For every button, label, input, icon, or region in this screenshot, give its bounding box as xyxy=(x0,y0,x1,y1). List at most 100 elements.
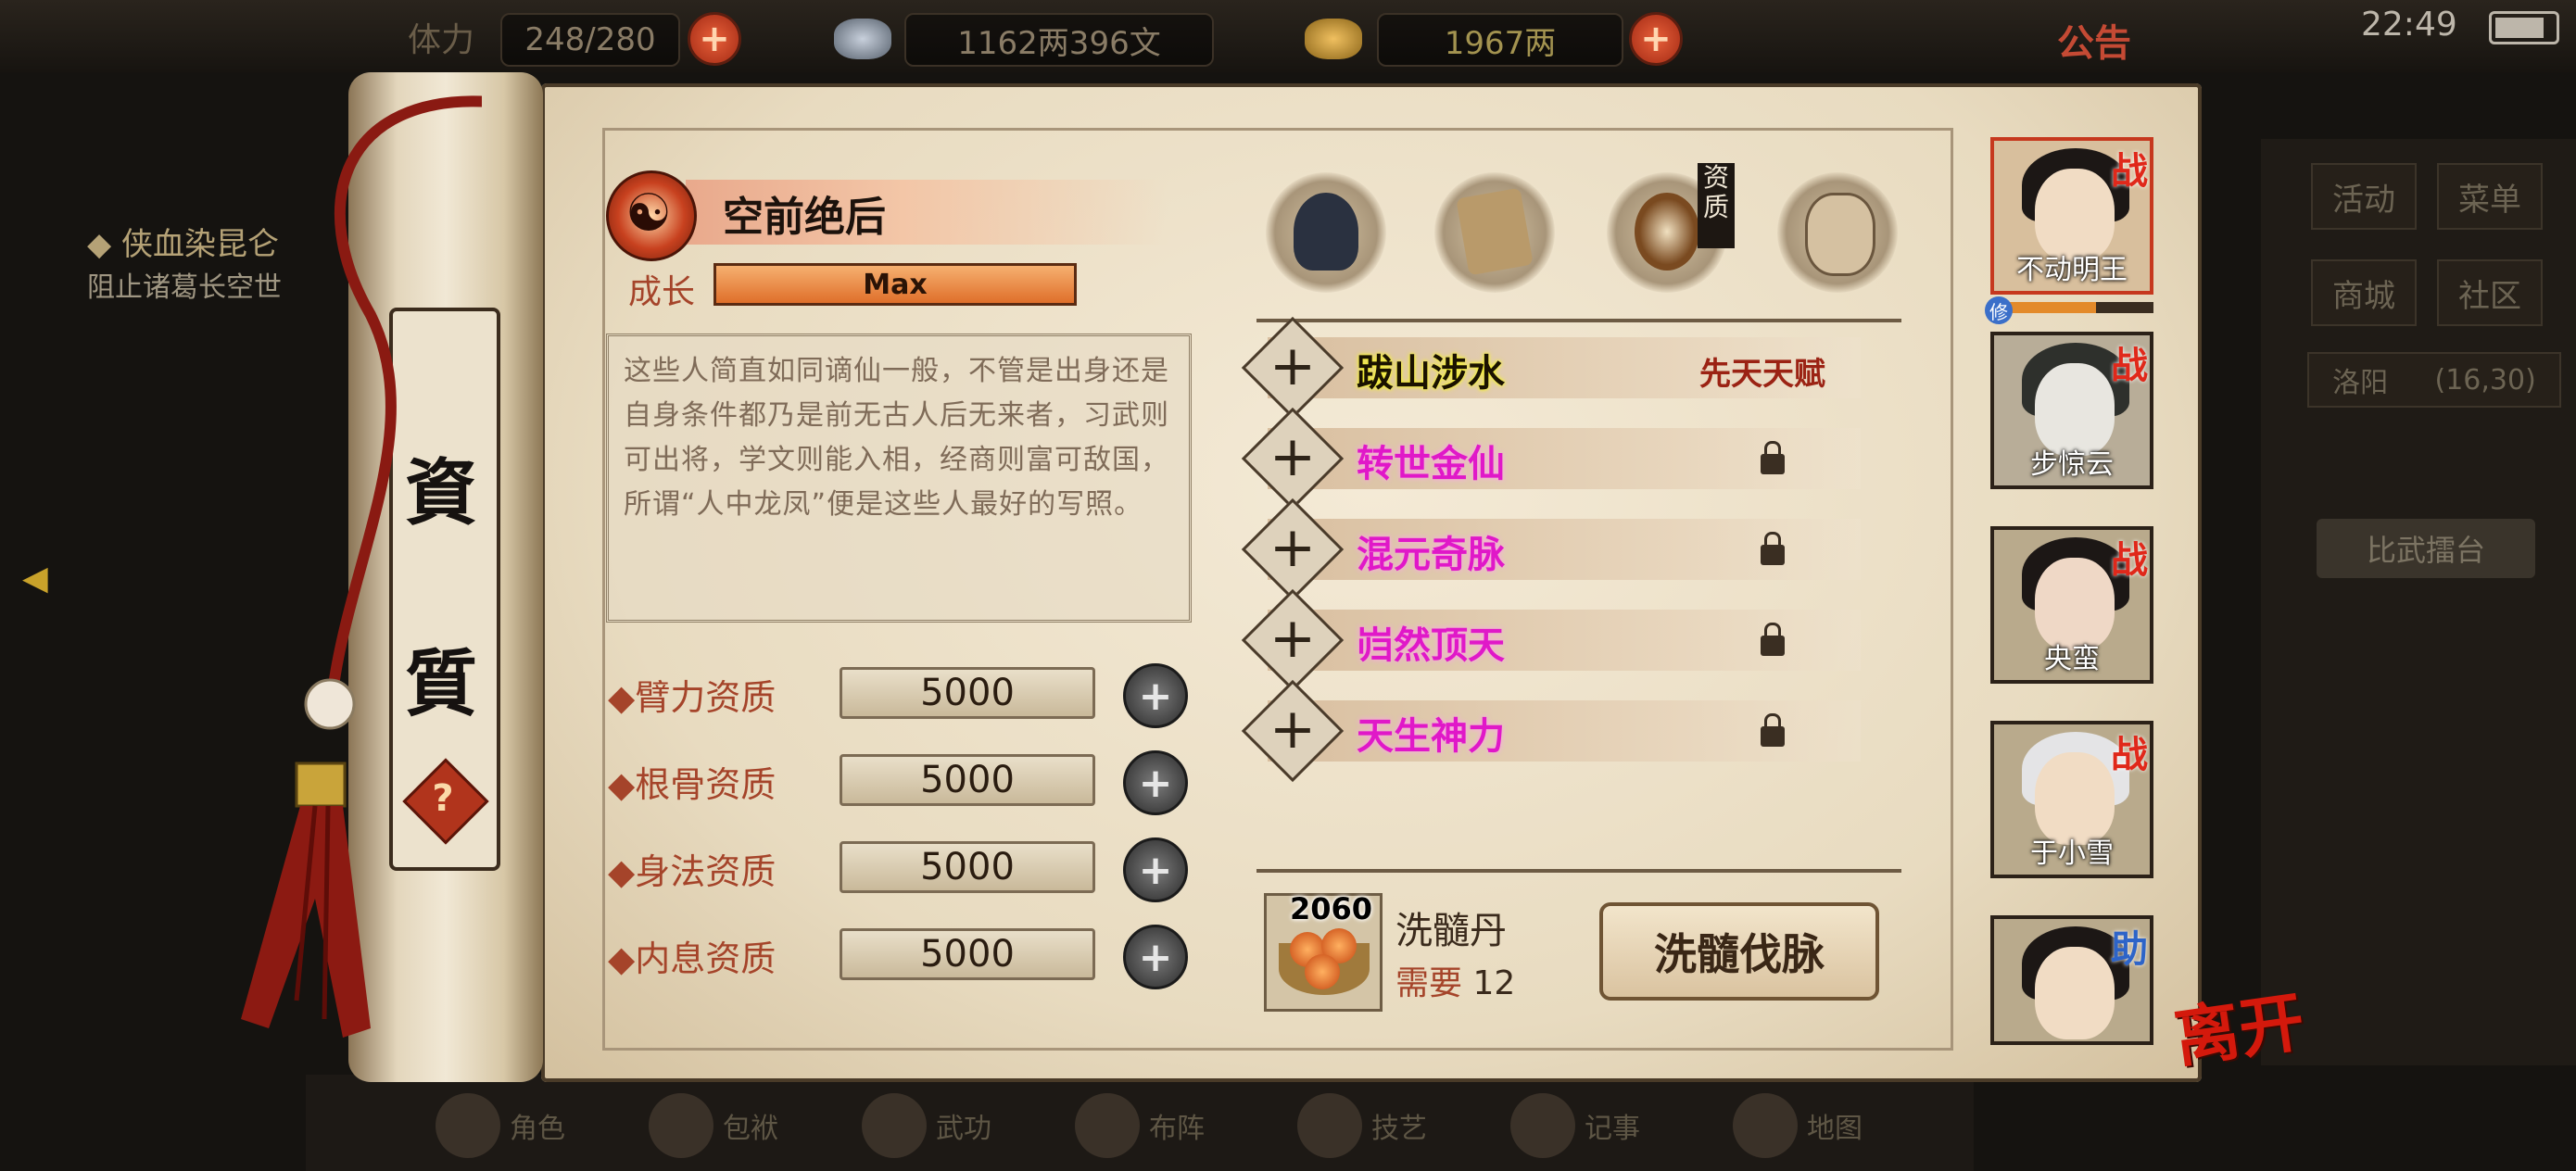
character-name: 步惊云 xyxy=(2030,448,2114,481)
gold-ingot-icon xyxy=(1305,19,1362,59)
battle-badge: 战 xyxy=(2111,734,2148,776)
attr-strength-value: 5000 xyxy=(840,667,1095,719)
map-icon xyxy=(1733,1093,1798,1158)
plus-icon[interactable]: + xyxy=(1256,693,1329,765)
plus-icon[interactable]: + xyxy=(1256,330,1329,402)
assist-badge: 助 xyxy=(2111,928,2148,971)
cultivation-progress-fill xyxy=(2009,302,2096,313)
category-divider xyxy=(1256,319,1901,322)
growth-label: 成长 xyxy=(628,273,696,311)
pill-icon xyxy=(1305,954,1340,989)
trait-title: 空前绝后 xyxy=(723,194,886,241)
talent-name: 转世金仙 xyxy=(1357,443,1505,485)
silver-ingot-icon xyxy=(834,19,891,59)
yin-yang-icon: ☯ xyxy=(625,183,673,244)
pill-name: 洗髓丹 xyxy=(1395,910,1507,952)
menu-button[interactable]: 菜单 xyxy=(2437,163,2543,230)
talent-name: 混元奇脉 xyxy=(1357,534,1505,576)
add-gold-button[interactable]: + xyxy=(1629,12,1683,66)
trait-description: 这些人简直如同谪仙一般，不管是出身还是自身条件都乃是前无古人后无来者，习武则可出… xyxy=(606,334,1192,623)
category-scroll-book[interactable] xyxy=(1434,172,1555,293)
community-button[interactable]: 社区 xyxy=(2437,259,2543,326)
plus-icon[interactable]: + xyxy=(1256,602,1329,674)
talent-name: 岿然顶天 xyxy=(1357,624,1505,667)
talent-list-divider xyxy=(1256,869,1901,873)
bagua-nav-icon xyxy=(1075,1093,1140,1158)
character-portrait[interactable]: 战 于小雪 xyxy=(1990,721,2153,878)
lock-icon xyxy=(1761,441,1785,474)
cultivation-badge: 修 xyxy=(1985,296,2013,324)
tassel-cord-icon xyxy=(241,95,482,1038)
nav-skills[interactable]: 技艺 xyxy=(1288,1084,1433,1167)
journal-icon xyxy=(1510,1093,1575,1158)
category-muscle-body[interactable] xyxy=(1777,172,1898,293)
pot-icon xyxy=(1297,1093,1362,1158)
character-portrait[interactable]: 战 央蛮 xyxy=(1990,526,2153,684)
scroll-book-icon xyxy=(1456,187,1534,276)
talent-name: 天生神力 xyxy=(1357,715,1505,758)
face-icon xyxy=(2035,947,2115,1039)
character-portrait[interactable]: 战 不动明王 xyxy=(1990,137,2153,295)
refine-button[interactable]: 洗髓伐脉 xyxy=(1599,902,1879,1001)
character-name: 央蛮 xyxy=(2044,643,2100,675)
bagua-icon xyxy=(1635,193,1699,271)
add-agility-button[interactable]: + xyxy=(1123,837,1188,902)
lock-icon xyxy=(1761,623,1785,656)
add-internal-button[interactable]: + xyxy=(1123,925,1188,989)
attr-constitution-label: ◆根骨资质 xyxy=(608,764,777,805)
nav-inventory[interactable]: 包袱 xyxy=(639,1084,784,1167)
pill-count: 2060 xyxy=(1290,891,1373,926)
activity-button[interactable]: 活动 xyxy=(2311,163,2417,230)
character-name: 于小雪 xyxy=(2030,837,2114,870)
nav-formation[interactable]: 布阵 xyxy=(1066,1084,1210,1167)
character-name: 不动明王 xyxy=(2016,254,2128,286)
cultivation-progress-bar xyxy=(2009,302,2153,313)
talent-innate-tag: 先天天赋 xyxy=(1699,356,1825,393)
character-icon xyxy=(436,1093,500,1158)
pill-requirement: 需要 12 xyxy=(1395,956,1515,1004)
left-arrow-icon[interactable]: ◀ xyxy=(22,560,74,611)
location-coords: (16,30) xyxy=(2434,363,2536,397)
nav-map[interactable]: 地图 xyxy=(1724,1084,1868,1167)
attr-agility-value: 5000 xyxy=(840,841,1095,893)
character-portrait[interactable]: 战 步惊云 xyxy=(1990,332,2153,489)
attr-constitution-value: 5000 xyxy=(840,754,1095,806)
add-constitution-button[interactable]: + xyxy=(1123,750,1188,815)
battle-badge: 战 xyxy=(2111,345,2148,387)
leave-button[interactable]: 离开 xyxy=(2168,970,2310,1081)
pill-need-label: 需要 xyxy=(1395,964,1463,1002)
stamina-counter: 248/280 xyxy=(500,13,680,67)
growth-bar: Max xyxy=(713,263,1077,306)
lock-icon xyxy=(1761,713,1785,747)
gold-counter: 1967两 xyxy=(1377,13,1623,67)
shop-button[interactable]: 商城 xyxy=(2311,259,2417,326)
nav-journal[interactable]: 记事 xyxy=(1501,1084,1646,1167)
location-name: 洛阳 xyxy=(2332,367,2389,399)
add-strength-button[interactable]: + xyxy=(1123,663,1188,728)
character-portrait[interactable]: 助 xyxy=(1990,915,2153,1045)
nav-character[interactable]: 角色 xyxy=(426,1084,571,1167)
battle-badge: 战 xyxy=(2111,539,2148,582)
lock-icon xyxy=(1761,532,1785,565)
muscle-body-icon xyxy=(1805,193,1875,276)
bag-icon xyxy=(649,1093,713,1158)
category-hat-warrior[interactable] xyxy=(1266,172,1386,293)
plus-icon[interactable]: + xyxy=(1256,421,1329,493)
hat-warrior-icon xyxy=(1294,193,1358,271)
battery-icon xyxy=(2489,11,2559,44)
talent-name: 跋山涉水 xyxy=(1357,352,1505,395)
clock: 22:49 xyxy=(2361,6,2457,44)
silver-counter: 1162两396文 xyxy=(904,13,1214,67)
arena-button[interactable]: 比武擂台 xyxy=(2317,519,2535,578)
notice-button[interactable]: 公告 xyxy=(2057,13,2131,67)
plus-icon[interactable]: + xyxy=(1256,511,1329,584)
books-icon xyxy=(862,1093,927,1158)
attr-internal-value: 5000 xyxy=(840,928,1095,980)
attr-agility-label: ◆身法资质 xyxy=(608,851,777,892)
pill-need-value: 12 xyxy=(1472,964,1516,1002)
nav-martial-arts[interactable]: 武功 xyxy=(852,1084,997,1167)
attr-internal-label: ◆内息资质 xyxy=(608,938,777,979)
battle-badge: 战 xyxy=(2111,150,2148,193)
add-stamina-button[interactable]: + xyxy=(688,12,741,66)
attr-strength-label: ◆臂力资质 xyxy=(608,677,777,718)
